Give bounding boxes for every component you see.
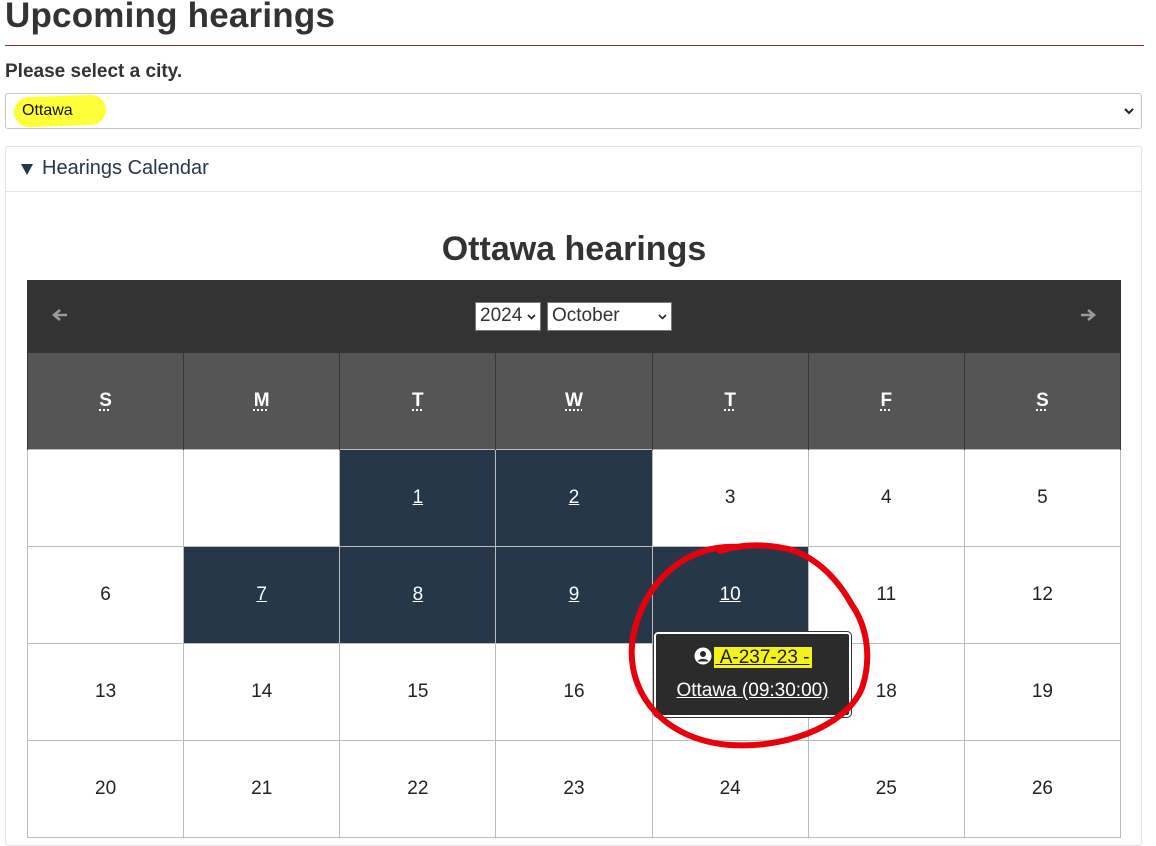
calendar-day-cell: 24 xyxy=(651,740,809,838)
calendar-day-number: 16 xyxy=(563,681,585,702)
calendar-day-cell: 25 xyxy=(807,740,965,838)
city-select-value: Ottawa xyxy=(22,102,73,119)
calendar-day-cell: 16 xyxy=(495,643,653,741)
calendar-day-cell: 13 xyxy=(26,643,185,741)
calendar-day-number: 3 xyxy=(724,487,736,508)
hearing-day-link[interactable]: 2 xyxy=(569,487,580,508)
calendar-day-number: 13 xyxy=(95,681,117,702)
calendar-nav-bar: 2024 October xyxy=(27,280,1121,353)
weekday-header: W xyxy=(495,353,653,450)
calendar-day-cell: 26 xyxy=(963,740,1122,838)
calendar-day-cell: 23 xyxy=(495,740,653,838)
previous-month-arrow-icon[interactable] xyxy=(49,304,71,326)
weekday-header: M xyxy=(183,353,341,450)
calendar-day-cell[interactable]: 8 xyxy=(339,546,497,644)
calendar-title: Ottawa hearings xyxy=(441,230,707,268)
calendar-day-number: 22 xyxy=(407,778,429,799)
weekday-header-row: S M T W T F S xyxy=(26,353,1122,450)
calendar-day-cell: 3 xyxy=(651,449,809,547)
expand-triangle-icon xyxy=(21,164,33,175)
calendar-day-number: 24 xyxy=(719,778,741,799)
calendar-day-cell: 22 xyxy=(339,740,497,838)
hearing-tooltip: A-237-23 - Ottawa (09:30:00) xyxy=(653,631,852,718)
calendar-day-cell[interactable]: 1 xyxy=(339,449,497,547)
weekday-header: F xyxy=(807,353,965,450)
month-select[interactable]: October xyxy=(547,302,672,331)
calendar-day-number: 5 xyxy=(1037,487,1048,508)
calendar-day-number: 6 xyxy=(100,584,111,605)
page-title: Upcoming hearings xyxy=(5,0,336,35)
weekday-header: S xyxy=(963,353,1122,450)
calendar-day-number: 23 xyxy=(563,778,585,799)
next-month-arrow-icon[interactable] xyxy=(1077,304,1099,326)
weekday-header: T xyxy=(339,353,497,450)
calendar-day-cell[interactable]: 10 xyxy=(651,546,809,644)
calendar-day-cell: 15 xyxy=(339,643,497,741)
calendar-day-number: 21 xyxy=(251,778,273,799)
calendar-week-row: 6 7 8 9 10 11 12 xyxy=(26,546,1122,644)
hearing-day-link[interactable]: 8 xyxy=(413,584,424,605)
calendar-day-cell[interactable]: 7 xyxy=(183,546,341,644)
calendar-day-number: 20 xyxy=(95,778,117,799)
hearing-location-time-link[interactable]: Ottawa (09:30:00) xyxy=(656,680,849,702)
calendar-day-cell: 4 xyxy=(807,449,965,547)
year-select-value: 2024 xyxy=(480,305,523,326)
calendar-day-cell: 11 xyxy=(807,546,965,644)
calendar-day-cell: 14 xyxy=(183,643,341,741)
hearing-day-link[interactable]: 1 xyxy=(413,487,424,508)
hearings-calendar-toggle[interactable]: Hearings Calendar xyxy=(6,147,1141,192)
calendar-day-number: 15 xyxy=(407,681,429,702)
weekday-header: T xyxy=(651,353,809,450)
calendar-day-cell: 5 xyxy=(963,449,1122,547)
chevron-down-icon xyxy=(658,314,667,320)
calendar-empty-cell xyxy=(183,449,341,547)
hearing-day-link[interactable]: 9 xyxy=(569,584,580,605)
calendar-day-cell: 20 xyxy=(26,740,185,838)
calendar-day-number: 19 xyxy=(1031,681,1053,702)
hearing-day-link[interactable]: 10 xyxy=(720,584,741,605)
calendar-day-cell: 12 xyxy=(963,546,1122,644)
calendar-day-cell[interactable]: 2 xyxy=(495,449,653,547)
city-select-label: Please select a city. xyxy=(5,61,183,82)
calendar-week-row: 1 2 3 4 5 xyxy=(26,449,1122,547)
title-divider xyxy=(5,45,1144,46)
city-select[interactable]: Ottawa xyxy=(5,93,1142,129)
hearings-calendar-summary-label: Hearings Calendar xyxy=(42,157,209,179)
calendar-empty-cell xyxy=(26,449,185,547)
calendar-grid: S M T W T F S 12345678910111213141516171… xyxy=(26,353,1122,838)
calendar-day-number: 25 xyxy=(875,778,897,799)
calendar-day-cell: 6 xyxy=(26,546,185,644)
user-circle-icon xyxy=(694,647,711,665)
year-select[interactable]: 2024 xyxy=(475,302,541,331)
chevron-down-icon xyxy=(1124,108,1134,115)
month-select-value: October xyxy=(552,305,620,326)
weekday-header: S xyxy=(26,353,185,450)
calendar-week-row: 20 21 22 23 24 25 26 xyxy=(26,740,1122,838)
calendar-day-number: 11 xyxy=(876,584,897,605)
calendar-day-cell[interactable]: 9 xyxy=(495,546,653,644)
hearing-case-link[interactable]: A-237-23 - xyxy=(713,647,812,668)
chevron-down-icon xyxy=(527,314,536,320)
calendar-day-number: 18 xyxy=(875,681,897,702)
calendar-week-row: 13141516171819 xyxy=(26,643,1122,741)
calendar-day-number: 12 xyxy=(1031,584,1053,605)
hearing-day-link[interactable]: 7 xyxy=(256,584,267,605)
calendar-day-cell: 19 xyxy=(963,643,1122,741)
calendar-day-cell: 21 xyxy=(183,740,341,838)
calendar-day-number: 26 xyxy=(1031,778,1053,799)
calendar-day-number: 14 xyxy=(251,681,273,702)
calendar-day-number: 4 xyxy=(880,487,892,508)
